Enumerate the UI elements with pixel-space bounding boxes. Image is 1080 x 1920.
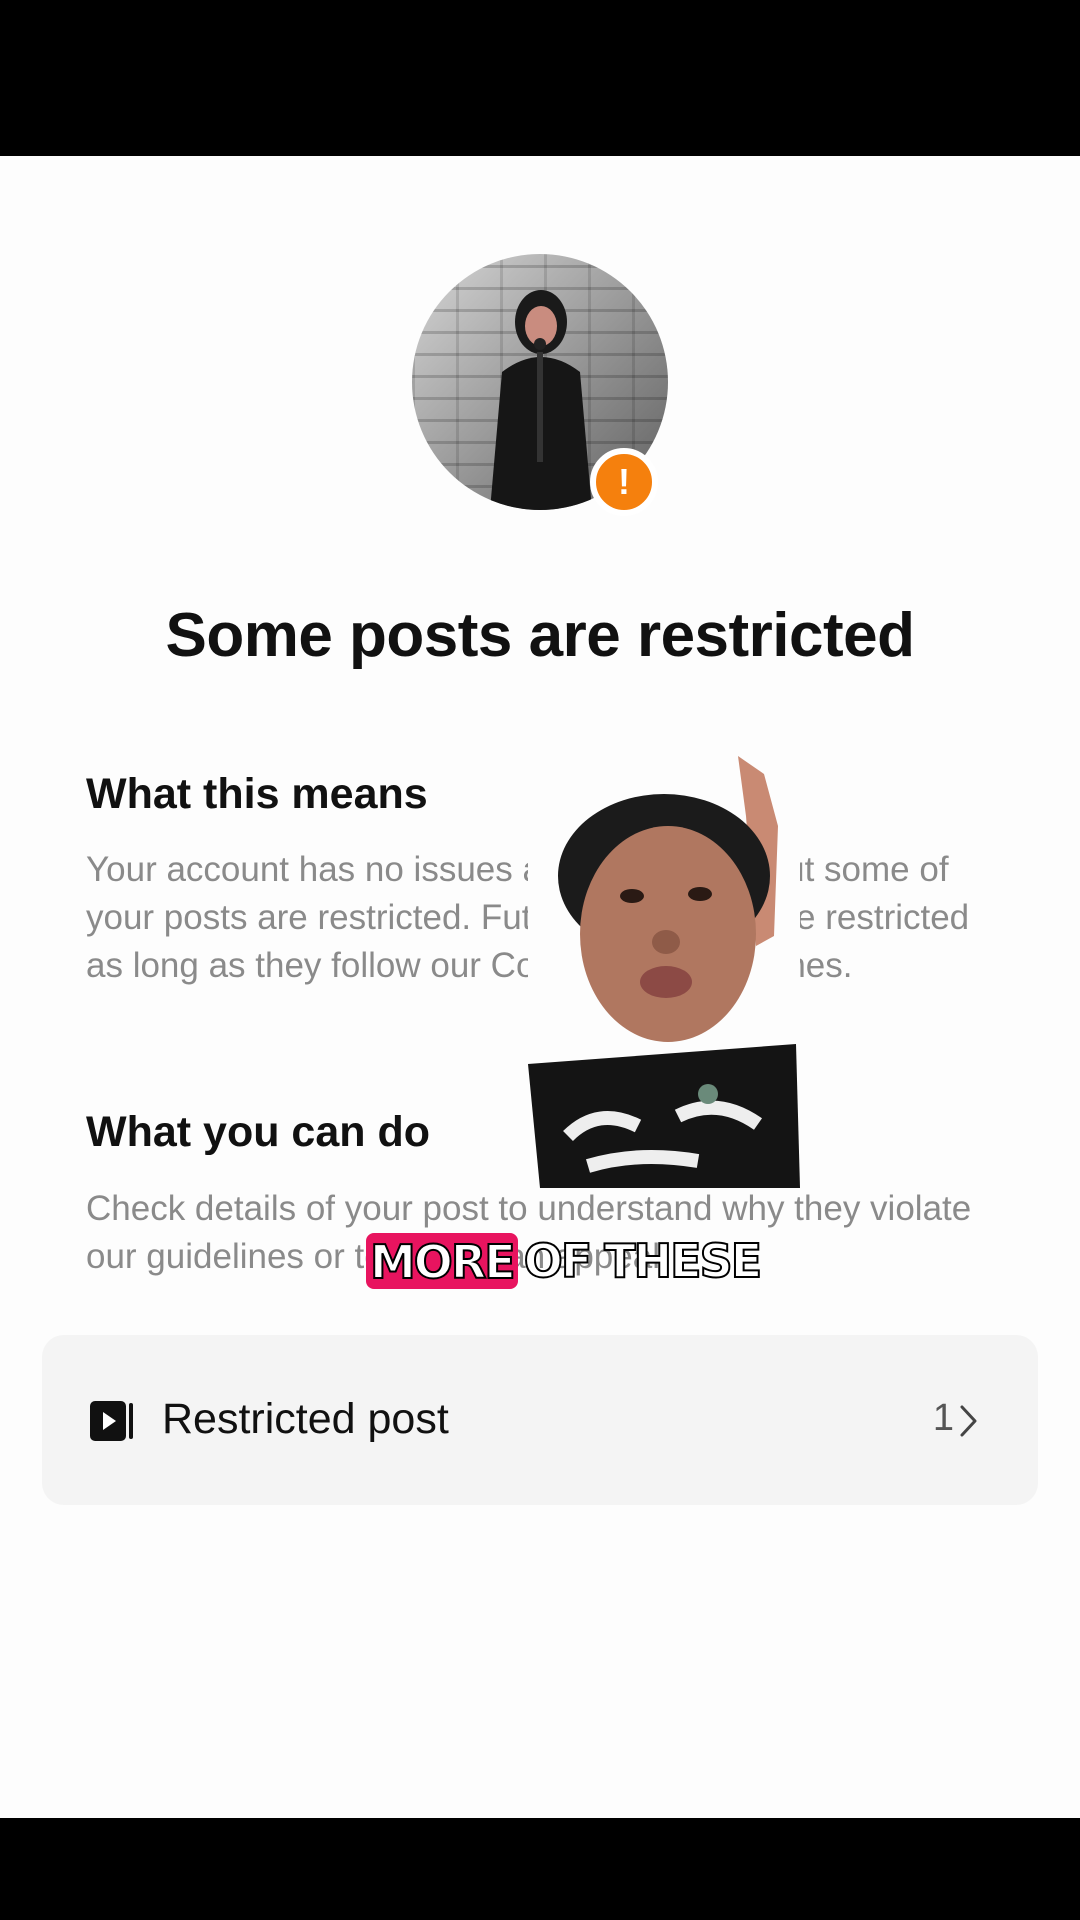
top-letterbox — [0, 0, 1080, 156]
restricted-post-count: 1 — [932, 1397, 954, 1439]
bottom-letterbox — [0, 1818, 1080, 1920]
warning-icon: ! — [590, 448, 658, 516]
caption-text: OF THESE — [523, 1233, 763, 1289]
video-post-icon — [90, 1401, 133, 1441]
section-heading-what-you-can-do: What you can do — [86, 1108, 430, 1156]
video-caption: MORE OF THESE — [366, 1228, 763, 1294]
avatar-photo — [490, 290, 592, 510]
caption-highlighted-word: MORE — [366, 1233, 518, 1290]
creator-webcam-overlay — [528, 756, 800, 1188]
page-title: Some posts are restricted — [165, 601, 915, 670]
section-heading-what-this-means: What this means — [86, 770, 428, 818]
chevron-right-icon — [960, 1405, 977, 1437]
creator-face-image — [528, 756, 800, 1188]
restricted-post-label: Restricted post — [162, 1395, 449, 1443]
restricted-post-row[interactable]: Restricted post 1 — [42, 1335, 1038, 1505]
